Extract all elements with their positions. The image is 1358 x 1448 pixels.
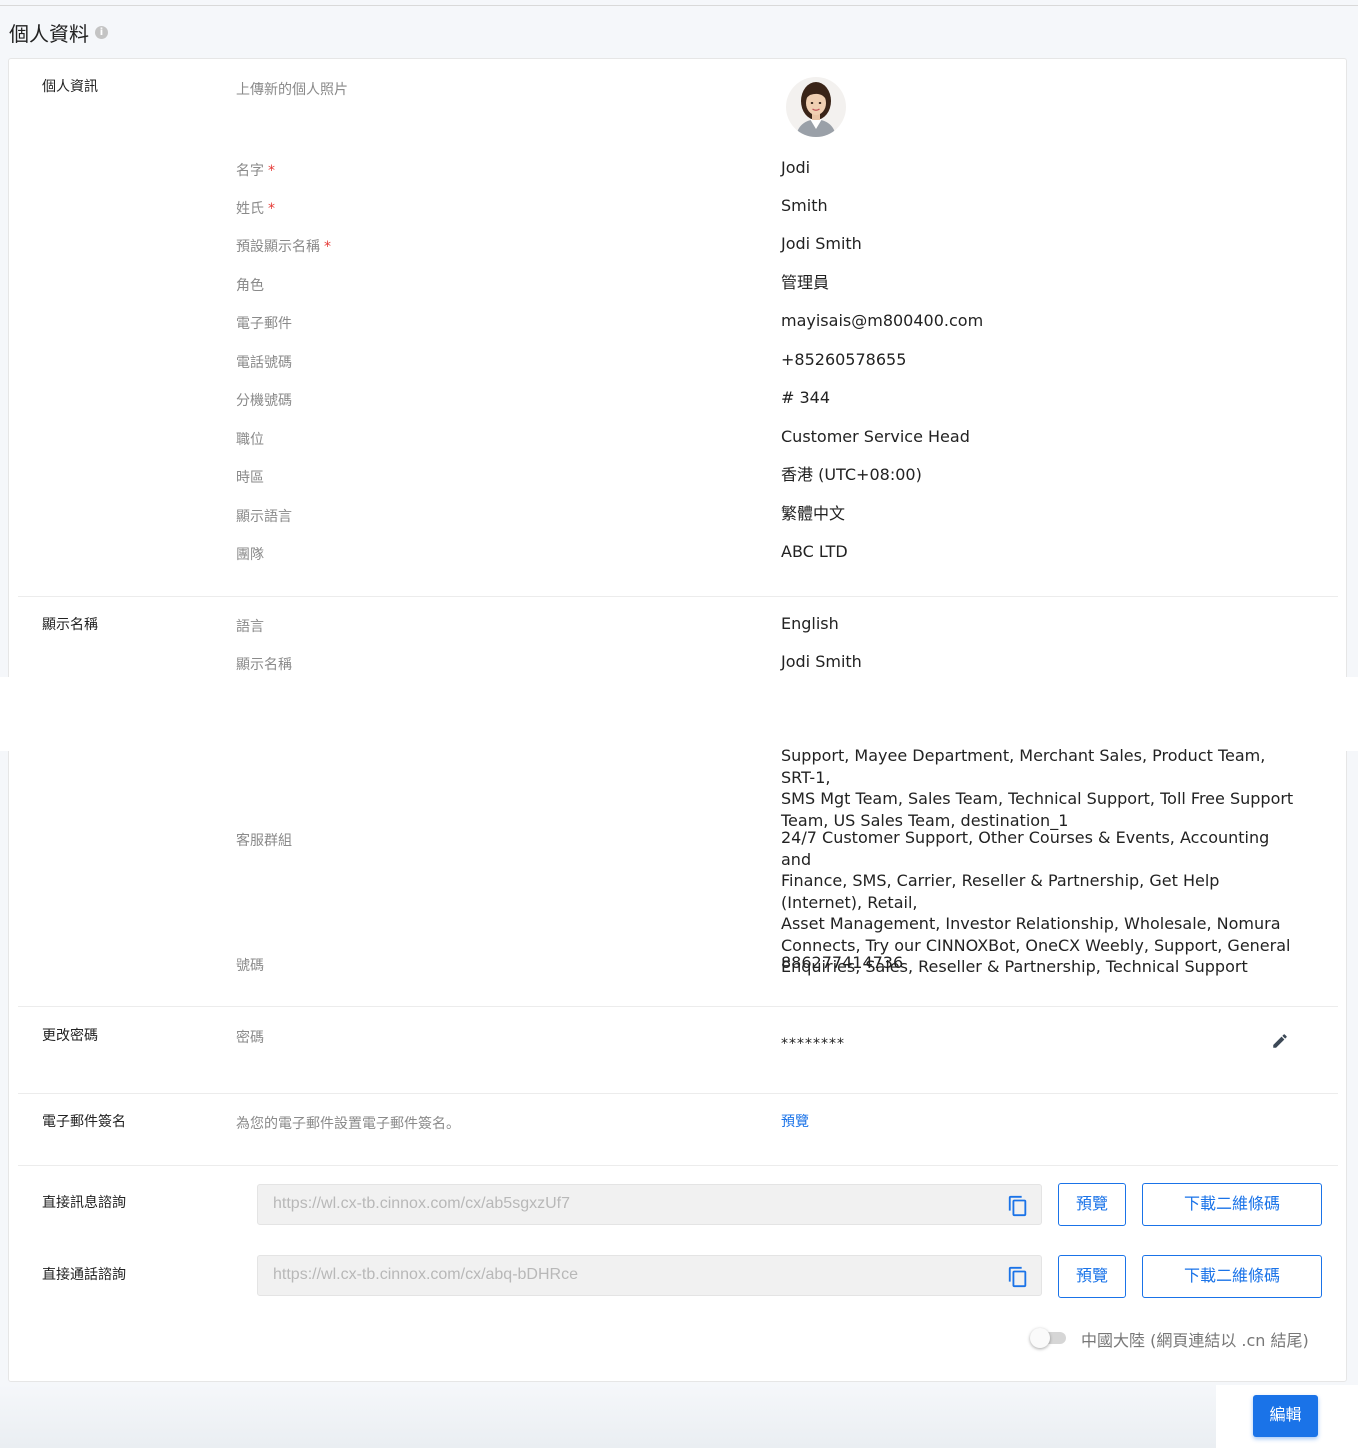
photo-upload-label: 上傳新的個人照片 (236, 82, 348, 98)
service-groups-label: 客服群組 (236, 833, 292, 849)
extension-label: 分機號碼 (236, 393, 292, 409)
display-name-label: 顯示名稱 (236, 657, 292, 673)
number-value: 886277414736 (781, 953, 904, 972)
profile-photo (786, 77, 846, 137)
section-title-signature: 電子郵件簽名 (42, 1114, 126, 1130)
edit-button[interactable]: 編輯 (1253, 1395, 1318, 1437)
section-title-personal: 個人資訊 (42, 79, 98, 95)
last-name-value: Smith (781, 196, 828, 215)
language-label: 語言 (236, 619, 264, 635)
page-title: 個人資料 (9, 22, 89, 46)
email-label: 電子郵件 (236, 316, 292, 332)
direct-call-preview-button[interactable]: 預覽 (1058, 1255, 1126, 1298)
default-display-name-value: Jodi Smith (781, 234, 862, 253)
default-display-name-label: 預設顯示名稱 * (236, 239, 331, 255)
email-value: mayisais@m800400.com (781, 311, 984, 330)
direct-message-preview-button[interactable]: 預覽 (1058, 1183, 1126, 1226)
scroll-gap-cover (0, 677, 1358, 747)
timezone-value: 香港 (UTC+08:00) (781, 465, 922, 484)
direct-call-url-field[interactable] (257, 1255, 1042, 1296)
extension-value: # 344 (781, 388, 831, 407)
section-divider (18, 1006, 1338, 1007)
toggle-knob (1030, 1328, 1050, 1348)
password-label: 密碼 (236, 1030, 264, 1046)
signature-preview-link[interactable]: 預覽 (781, 1111, 809, 1131)
phone-value: +85260578655 (781, 350, 907, 369)
last-name-label: 姓氏 * (236, 201, 275, 217)
password-value: ******** (781, 1036, 845, 1052)
display-language-label: 顯示語言 (236, 509, 292, 525)
direct-call-url-input[interactable] (273, 1266, 993, 1284)
china-domain-toggle[interactable] (1030, 1328, 1066, 1348)
teams-list-value: Support, Mayee Department, Merchant Sale… (781, 746, 1294, 830)
info-icon[interactable]: i (95, 26, 108, 39)
phone-label: 電話號碼 (236, 355, 292, 371)
signature-description: 為您的電子郵件設置電子郵件簽名。 (236, 1116, 460, 1132)
display-name-value: Jodi Smith (781, 652, 862, 671)
direct-message-download-qr-button[interactable]: 下載二維條碼 (1142, 1183, 1322, 1226)
role-label: 角色 (236, 278, 264, 294)
display-language-value: 繁體中文 (781, 504, 846, 523)
page-header: 個人資料 i (9, 18, 108, 47)
direct-call-download-qr-button[interactable]: 下載二維條碼 (1142, 1255, 1322, 1298)
copy-icon[interactable] (1007, 1266, 1029, 1288)
role-value: 管理員 (781, 273, 830, 292)
section-divider (18, 1165, 1338, 1166)
team-value: ABC LTD (781, 542, 848, 561)
section-title-direct-message: 直接訊息諮詢 (42, 1195, 126, 1211)
section-divider (18, 1093, 1338, 1094)
timezone-label: 時區 (236, 470, 264, 486)
job-title-value: Customer Service Head (781, 427, 970, 446)
copy-icon[interactable] (1007, 1195, 1029, 1217)
pencil-icon[interactable] (1271, 1032, 1289, 1050)
avatar[interactable] (786, 77, 846, 137)
job-title-label: 職位 (236, 432, 264, 448)
direct-message-url-input[interactable] (273, 1195, 993, 1213)
section-title-password: 更改密碼 (42, 1028, 98, 1044)
direct-message-url-field[interactable] (257, 1184, 1042, 1225)
footer-bar (0, 1385, 1358, 1448)
language-value: English (781, 614, 839, 633)
number-label: 號碼 (236, 958, 264, 974)
section-divider (18, 596, 1338, 597)
first-name-label: 名字 * (236, 163, 275, 179)
section-title-direct-call: 直接通話諮詢 (42, 1267, 126, 1283)
team-label: 團隊 (236, 547, 264, 563)
top-divider (0, 5, 1358, 6)
section-title-display-name: 顯示名稱 (42, 617, 98, 633)
china-domain-label: 中國大陸 (網頁連結以 .cn 結尾) (1081, 1331, 1309, 1350)
first-name-value: Jodi (781, 158, 811, 177)
